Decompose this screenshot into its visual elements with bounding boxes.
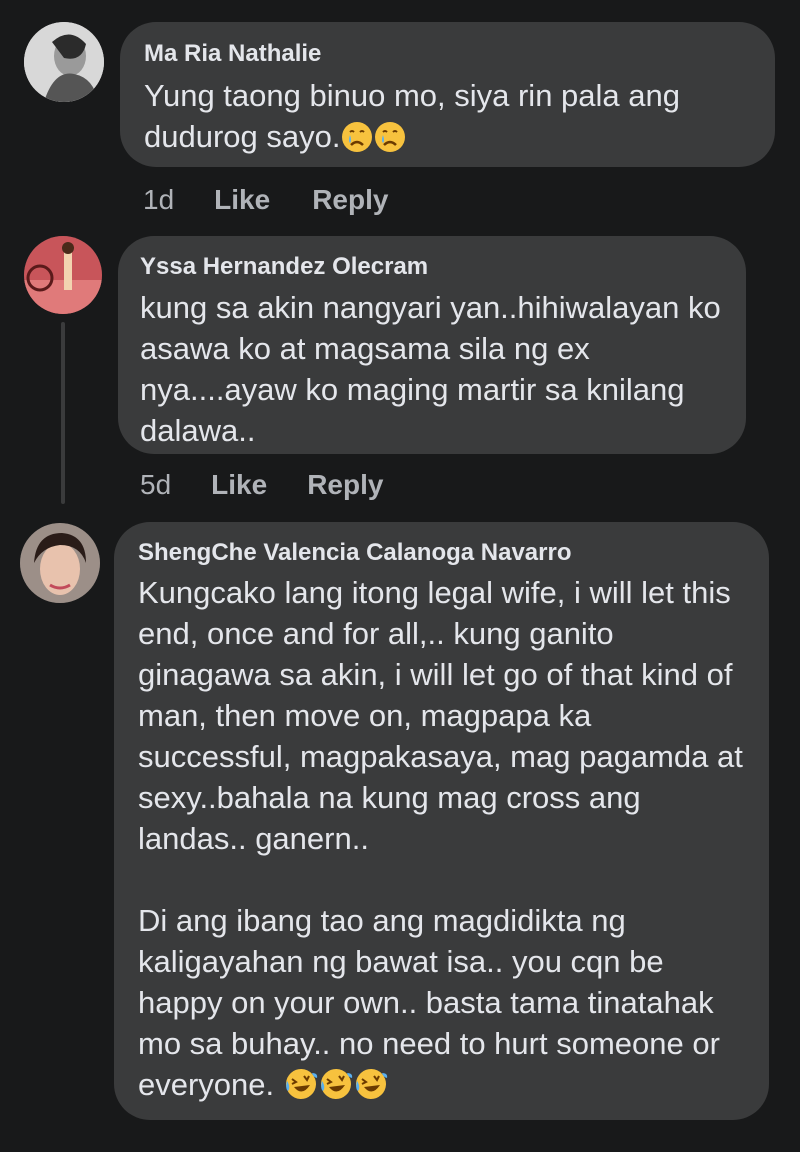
comment-author[interactable]: Yssa Hernandez Olecram bbox=[140, 252, 724, 282]
avatar-photo bbox=[24, 236, 102, 314]
like-button[interactable]: Like bbox=[214, 184, 270, 216]
avatar-photo bbox=[24, 22, 104, 102]
comment-author[interactable]: ShengChe Valencia Calanoga Navarro bbox=[138, 538, 745, 568]
crying-face-icon bbox=[374, 121, 406, 163]
comment-text: Yung taong binuo mo, siya rin pala ang d… bbox=[144, 75, 751, 163]
comment-text: Kungcako lang itong legal wife, i will l… bbox=[138, 572, 745, 1111]
avatar[interactable] bbox=[24, 236, 102, 314]
comment-paragraph: Di ang ibang tao ang magdidikta ng kalig… bbox=[138, 900, 745, 1111]
comment-paragraph: Kungcako lang itong legal wife, i will l… bbox=[138, 575, 743, 856]
comment-actions: 5d Like Reply bbox=[140, 465, 383, 505]
avatar[interactable] bbox=[24, 22, 104, 102]
comment-timestamp[interactable]: 1d bbox=[143, 184, 174, 216]
laughing-tears-icon bbox=[319, 1067, 353, 1111]
like-button[interactable]: Like bbox=[211, 469, 267, 501]
avatar-photo bbox=[20, 523, 100, 603]
comment-bubble: Yssa Hernandez Olecram kung sa akin nang… bbox=[118, 236, 746, 454]
thread-line bbox=[61, 322, 65, 504]
comment-actions: 1d Like Reply bbox=[143, 180, 388, 220]
avatar[interactable] bbox=[20, 523, 100, 603]
laughing-tears-icon bbox=[354, 1067, 388, 1111]
comment-author[interactable]: Ma Ria Nathalie bbox=[144, 39, 751, 69]
reply-button[interactable]: Reply bbox=[307, 469, 383, 501]
comment-bubble: Ma Ria Nathalie Yung taong binuo mo, siy… bbox=[120, 22, 775, 167]
comment-text: kung sa akin nangyari yan..hihiwalayan k… bbox=[140, 290, 721, 448]
crying-face-icon bbox=[341, 121, 373, 163]
comment-timestamp[interactable]: 5d bbox=[140, 469, 171, 501]
laughing-tears-icon bbox=[284, 1067, 318, 1111]
comment-bubble: ShengChe Valencia Calanoga Navarro Kungc… bbox=[114, 522, 769, 1120]
reply-button[interactable]: Reply bbox=[312, 184, 388, 216]
